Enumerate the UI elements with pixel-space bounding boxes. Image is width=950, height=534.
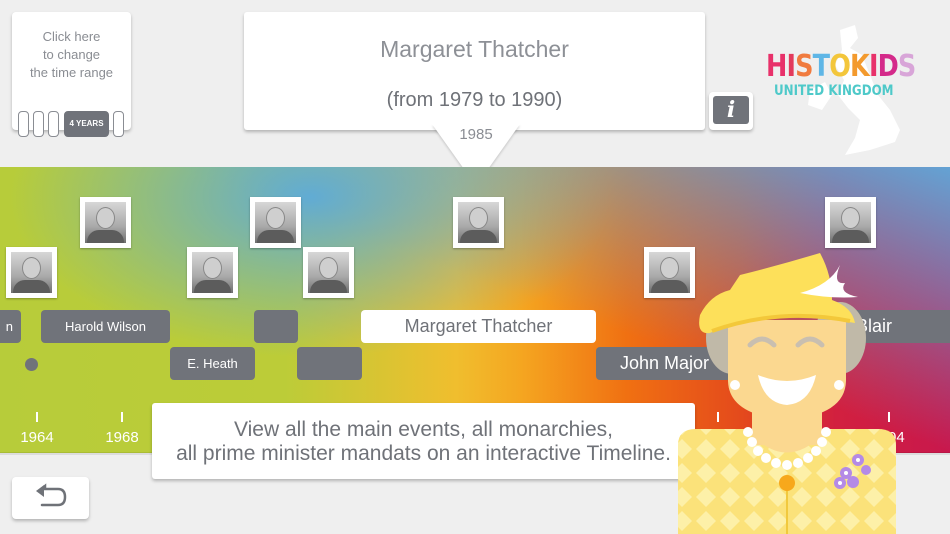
logo-letter: K — [850, 49, 870, 84]
pm-bar-e-heath[interactable]: E. Heath — [170, 347, 255, 380]
feature-caption: View all the main events, all monarchies… — [152, 403, 695, 479]
timeline-screen: Click here to change the time range 4 YE… — [0, 0, 950, 534]
time-range-prompt: Click here to change the time range — [12, 28, 131, 82]
pm-portrait-margaret-thatcher[interactable] — [453, 197, 504, 248]
selected-pm-popup: Margaret Thatcher (from 1979 to 1990) — [244, 12, 705, 130]
back-arrow-icon — [36, 483, 67, 507]
logo-letter: D — [877, 49, 899, 84]
info-icon: i — [713, 96, 749, 124]
range-option[interactable] — [18, 111, 29, 137]
year-tick — [36, 412, 38, 422]
logo-letter: O — [829, 49, 851, 84]
range-option[interactable] — [33, 111, 44, 137]
time-range-selector[interactable]: Click here to change the time range 4 YE… — [12, 12, 131, 137]
prompt-line: the time range — [29, 65, 114, 80]
year-tick — [121, 412, 123, 422]
logo-letter: S — [897, 49, 916, 84]
range-option[interactable] — [113, 111, 124, 137]
year-label: 1964 — [20, 429, 54, 446]
pm-bar-harold-wilson[interactable]: Harold Wilson — [41, 310, 170, 343]
logo-subtitle: UNITED KINGDOM — [774, 83, 894, 99]
prompt-line: Click here — [42, 29, 101, 44]
caption-line: View all the main events, all monarchies… — [234, 418, 613, 441]
pm-portrait[interactable] — [6, 247, 57, 298]
logo-letter: H — [766, 49, 787, 84]
info-button[interactable]: i — [709, 92, 753, 130]
pm-bar[interactable]: n — [0, 310, 21, 343]
pm-portrait-e-heath[interactable] — [187, 247, 238, 298]
logo-letter: S — [795, 49, 813, 84]
popup-pm-range: (from 1979 to 1990) — [386, 89, 563, 111]
logo-letter: I — [868, 49, 879, 84]
pm-portrait-blair[interactable] — [825, 197, 876, 248]
prompt-line: to change — [42, 47, 101, 62]
pm-portrait[interactable] — [303, 247, 354, 298]
logo-letter: T — [812, 49, 830, 84]
event-dot[interactable] — [25, 358, 38, 371]
current-year: 1985 — [459, 126, 493, 143]
queen-mascot-illustration — [678, 253, 896, 534]
range-option[interactable] — [48, 111, 59, 137]
logo-letter: I — [786, 49, 796, 84]
histokids-logo: HISTOKIDS UNITED KINGDOM — [766, 49, 916, 99]
year-label: 1968 — [105, 429, 139, 446]
pm-bar-margaret-thatcher[interactable]: Margaret Thatcher — [361, 310, 596, 343]
pm-portrait-harold-wilson[interactable] — [80, 197, 131, 248]
pm-bar[interactable] — [297, 347, 362, 380]
pm-bar[interactable] — [254, 310, 298, 343]
logo-title: HISTOKIDS — [766, 49, 916, 84]
caption-line: all prime minister mandats on an interac… — [176, 442, 671, 465]
pm-portrait-harold-wilson[interactable] — [250, 197, 301, 248]
back-button[interactable] — [12, 477, 89, 519]
popup-pm-name: Margaret Thatcher — [380, 36, 569, 62]
range-option-selected[interactable]: 4 YEARS — [64, 111, 109, 137]
